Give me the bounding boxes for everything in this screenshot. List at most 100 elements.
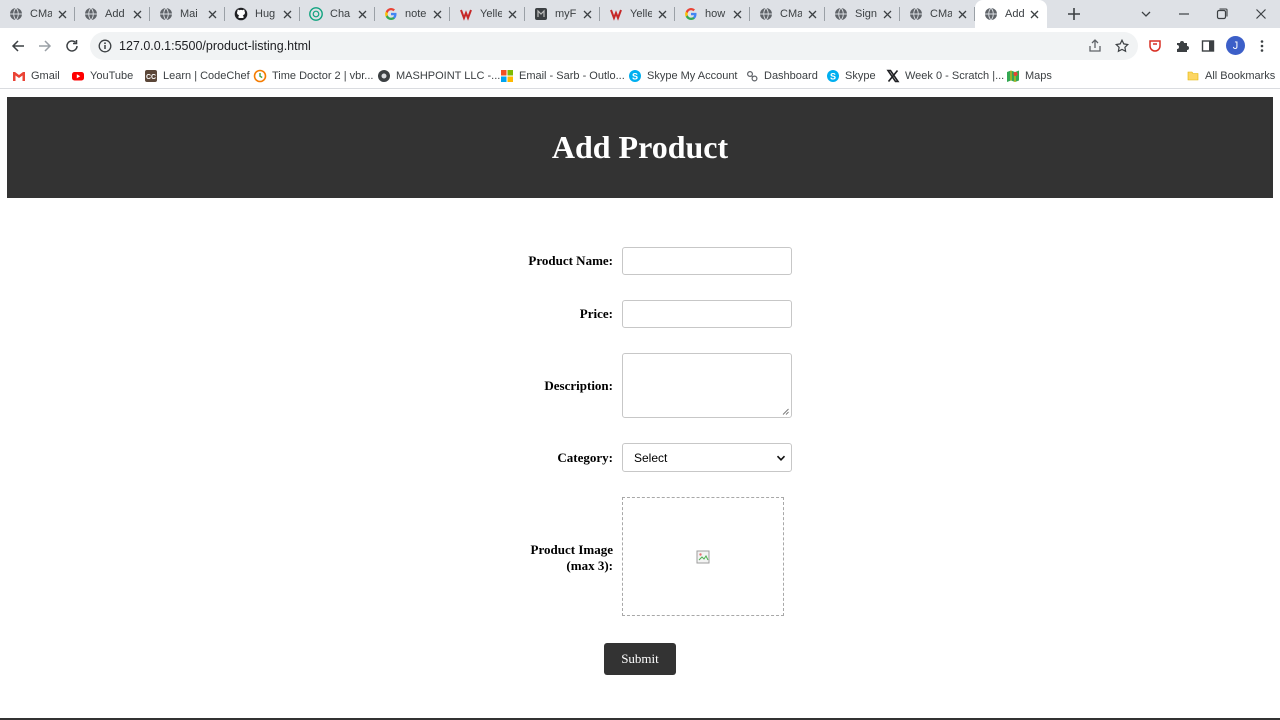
category-select[interactable]: Select [622,443,792,472]
extensions-button[interactable] [1173,37,1191,55]
close-window-button[interactable] [1251,4,1271,24]
tab-title: Add [1005,8,1025,20]
tab-9[interactable]: Yelle [600,0,675,28]
close-icon[interactable] [580,7,594,21]
bookmark-label: Week 0 - Scratch |... [905,70,1005,82]
arrow-left-icon [11,40,24,52]
tab-title: note [405,8,427,20]
close-icon[interactable] [205,7,219,21]
bookmark-2[interactable]: YouTube [71,68,133,84]
svg-text:S: S [830,71,836,81]
bookmark-9[interactable]: S Skype [826,68,876,84]
browser-toolbar: 127.0.0.1:5500/product-listing.html [0,28,1280,64]
maps-icon [1006,69,1020,83]
tab-7[interactable]: Yelle [450,0,525,28]
extension-button[interactable] [1146,37,1164,55]
price-input[interactable] [622,300,792,328]
close-icon[interactable] [1027,7,1041,21]
chevron-down-icon [1141,11,1151,17]
all-bookmarks-button[interactable]: All Bookmarks [1186,68,1275,84]
bookmark-8[interactable]: Dashboard [745,68,818,84]
tab-8[interactable]: myF [525,0,600,28]
youtube-icon [71,69,85,83]
close-icon[interactable] [505,7,519,21]
bookmark-3[interactable]: CC Learn | CodeChef [144,68,250,84]
tab-title: CMa [780,8,802,20]
profile-avatar[interactable]: J [1226,36,1245,55]
svg-text:CC: CC [146,74,156,81]
close-icon[interactable] [880,7,894,21]
reload-button[interactable] [63,37,81,55]
bookmark-1[interactable]: Gmail [12,68,60,84]
bookmark-star-button[interactable] [1114,38,1130,54]
x-icon [886,69,900,83]
bookmark-label: Dashboard [764,70,818,82]
puzzle-icon [1177,41,1189,52]
close-icon[interactable] [55,7,69,21]
globe-icon [759,7,773,21]
bookmark-10[interactable]: Week 0 - Scratch |... [886,68,1004,84]
product-image-dropzone[interactable] [622,497,784,616]
tab-1[interactable]: CMa [0,0,75,28]
close-icon[interactable] [280,7,294,21]
maximize-button[interactable] [1212,4,1232,24]
tab-13[interactable]: CMa [900,0,975,28]
close-icon[interactable] [430,7,444,21]
mashpoint-icon [377,69,391,83]
address-bar[interactable]: 127.0.0.1:5500/product-listing.html [90,32,1138,60]
tab-10[interactable]: how [675,0,750,28]
bookmark-4[interactable]: Time Doctor 2 | vbr... [253,68,373,84]
resize-grip-icon[interactable] [782,408,789,415]
tab-3[interactable]: Mai [150,0,225,28]
tab-title: Yelle [630,8,652,20]
close-icon[interactable] [130,7,144,21]
globe-icon [159,7,173,21]
bookmark-6[interactable]: Email - Sarb - Outlo... [500,68,625,84]
more-vertical-icon [1260,40,1264,52]
close-icon[interactable] [955,7,969,21]
back-button[interactable] [9,37,27,55]
tab-2[interactable]: Add [75,0,150,28]
close-icon[interactable] [655,7,669,21]
reload-icon [66,40,78,52]
tab-title: Cha [330,8,351,20]
forward-button[interactable] [36,37,54,55]
tab-6[interactable]: note [375,0,450,28]
page-viewport: Add Product Product Name: Price: Descrip… [0,90,1280,720]
bookmark-5[interactable]: MASHPOINT LLC -... [377,68,500,84]
folder-icon [1186,69,1200,83]
bookmarks-bar: All Bookmarks Gmail YouTube CC Learn | Code… [0,64,1280,89]
close-icon[interactable] [730,7,744,21]
menu-button[interactable] [1253,37,1271,55]
submit-button[interactable]: Submit [604,643,676,675]
bookmark-label: Email - Sarb - Outlo... [519,70,625,82]
minimize-icon [1179,13,1189,15]
tab-12[interactable]: Sign [825,0,900,28]
tab-title: Mai [180,8,198,20]
tab-11[interactable]: CMa [750,0,825,28]
bookmark-11[interactable]: Maps [1006,68,1052,84]
site-info-icon[interactable] [98,39,112,53]
tab-search-button[interactable] [1136,4,1156,24]
url-text[interactable]: 127.0.0.1:5500/product-listing.html [119,39,311,53]
close-icon[interactable] [805,7,819,21]
minimize-button[interactable] [1174,4,1194,24]
tab-title: Yelle [480,8,502,20]
product-image-label-line2: (max 3): [566,558,613,573]
tab-5[interactable]: Cha [300,0,375,28]
globe-icon [84,7,98,21]
bookmark-label: Skype [845,70,876,82]
tab-title: Sign [855,8,877,20]
chatgpt-icon [309,7,323,21]
share-button[interactable] [1087,38,1103,54]
new-tab-button[interactable] [1064,4,1084,24]
bookmark-label: MASHPOINT LLC -... [396,70,501,82]
bookmark-label: Maps [1025,70,1052,82]
close-icon[interactable] [355,7,369,21]
description-textarea[interactable] [622,353,792,418]
tab-4[interactable]: Hug [225,0,300,28]
product-name-input[interactable] [622,247,792,275]
bookmark-7[interactable]: S Skype My Account [628,68,738,84]
side-panel-button[interactable] [1199,37,1217,55]
tab-14[interactable]: Add [975,0,1047,28]
